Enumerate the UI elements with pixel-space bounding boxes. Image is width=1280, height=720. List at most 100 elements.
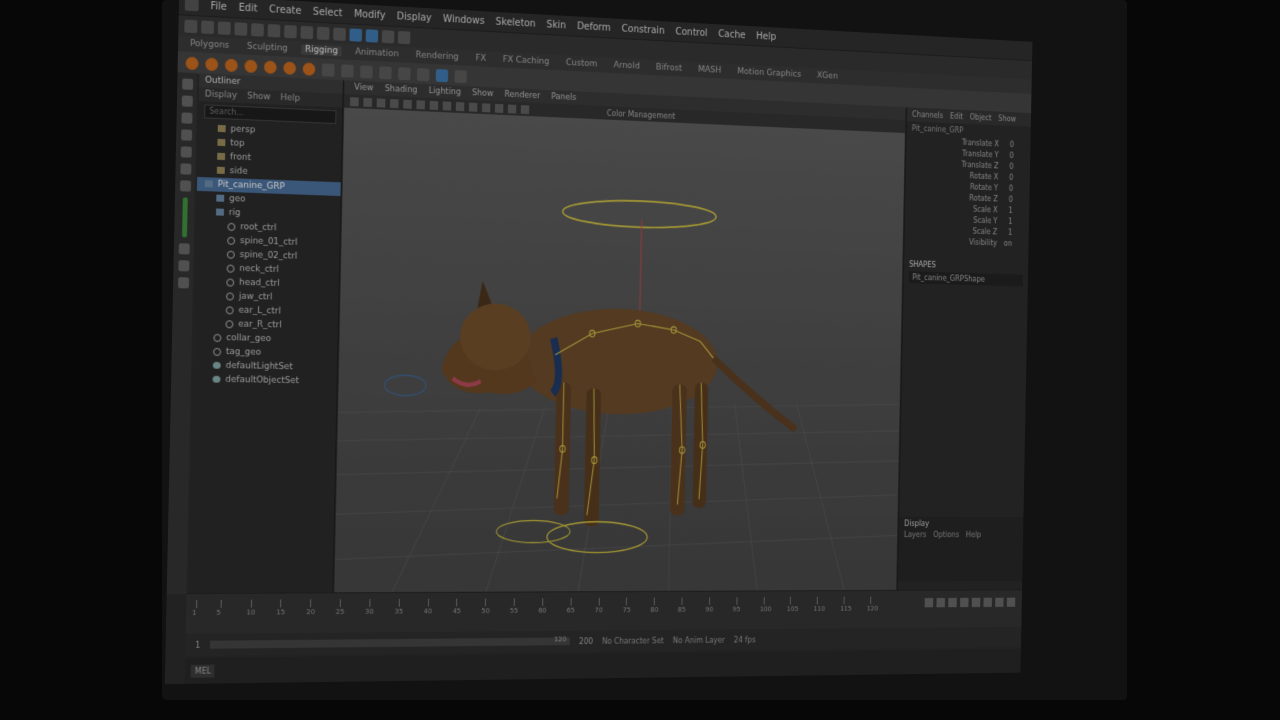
range-end-field[interactable]: 120: [554, 636, 566, 644]
attribute-value[interactable]: 0: [1004, 139, 1014, 150]
grid-toggle-icon[interactable]: [403, 99, 412, 109]
viewport-menu-lighting[interactable]: Lighting: [429, 86, 461, 97]
point-constraint-icon[interactable]: [321, 62, 335, 77]
attribute-value[interactable]: 0: [1003, 161, 1013, 172]
step-back-frame-icon[interactable]: [948, 597, 957, 608]
outliner-search-input[interactable]: Search...: [204, 104, 337, 125]
wireframe-icon[interactable]: [429, 100, 439, 110]
pole-vector-icon[interactable]: [379, 65, 392, 80]
single-pane-layout-icon[interactable]: [178, 243, 190, 255]
xray-joints-icon[interactable]: [507, 104, 517, 114]
outliner-layout-icon[interactable]: [177, 277, 189, 289]
paint-select-icon[interactable]: [180, 112, 193, 124]
menu-cache[interactable]: Cache: [718, 29, 746, 41]
shadows-icon[interactable]: [481, 102, 491, 112]
last-tool-icon[interactable]: [179, 180, 191, 192]
channel-box-menu-channels[interactable]: Channels: [912, 110, 943, 120]
dog-model[interactable]: [438, 280, 798, 527]
parent-constraint-icon[interactable]: [360, 64, 373, 79]
cluster-icon[interactable]: [283, 60, 297, 75]
lattice-icon[interactable]: [302, 61, 316, 76]
app-menu-icon[interactable]: [184, 0, 199, 12]
smooth-shade-icon[interactable]: [442, 100, 452, 111]
menu-file[interactable]: File: [210, 1, 227, 13]
layer-menu-layers[interactable]: Layers: [904, 531, 927, 539]
play-forwards-icon[interactable]: [971, 597, 981, 608]
shelf-tab-fx-caching[interactable]: FX Caching: [499, 55, 553, 67]
outliner-menu-display[interactable]: Display: [205, 89, 238, 100]
bookmark-icon[interactable]: [376, 97, 386, 108]
menu-help[interactable]: Help: [756, 31, 776, 42]
fps-dropdown[interactable]: 24 fps: [734, 635, 756, 644]
outliner-row[interactable]: defaultObjectSet: [193, 372, 337, 388]
menu-constrain[interactable]: Constrain: [621, 23, 664, 36]
snap-grid-icon[interactable]: [300, 25, 314, 39]
shelf-tab-arnold[interactable]: Arnold: [610, 60, 644, 72]
menu-deform[interactable]: Deform: [577, 21, 611, 33]
film-gate-icon[interactable]: [416, 99, 426, 109]
current-frame-field[interactable]: 1: [195, 640, 200, 649]
ik-spline-icon[interactable]: [224, 58, 238, 72]
save-scene-icon[interactable]: [217, 20, 231, 35]
ipr-render-icon[interactable]: [365, 28, 379, 43]
menu-windows[interactable]: Windows: [443, 13, 485, 26]
layer-menu-options[interactable]: Options: [933, 531, 959, 539]
select-tool-icon[interactable]: [181, 78, 193, 90]
paint-weights-icon[interactable]: [263, 60, 277, 74]
shelf-tab-animation[interactable]: Animation: [351, 47, 402, 59]
shelf-tab-rigging[interactable]: Rigging: [301, 44, 342, 57]
shelf-tab-motion-graphics[interactable]: Motion Graphics: [734, 67, 805, 80]
attribute-value[interactable]: 0: [1003, 183, 1013, 194]
shelf-tab-polygons[interactable]: Polygons: [186, 39, 233, 51]
select-object-icon[interactable]: [284, 24, 297, 38]
outliner-menu-help[interactable]: Help: [280, 93, 300, 104]
layer-menu-help[interactable]: Help: [966, 531, 981, 539]
undo-icon[interactable]: [234, 21, 248, 36]
menu-create[interactable]: Create: [269, 4, 301, 17]
joint-tool-icon[interactable]: [185, 56, 199, 70]
go-to-end-icon[interactable]: [1006, 597, 1016, 607]
viewport-menu-shading[interactable]: Shading: [385, 84, 418, 95]
camera-select-icon[interactable]: [349, 96, 359, 106]
attribute-value[interactable]: 1: [1003, 205, 1013, 216]
camera-attributes-icon[interactable]: [363, 97, 373, 107]
curve-tool-icon[interactable]: [416, 67, 430, 81]
render-settings-icon[interactable]: [381, 29, 395, 43]
outliner-menu-show[interactable]: Show: [247, 91, 271, 102]
open-scene-icon[interactable]: [201, 19, 215, 34]
range-bar[interactable]: 120: [210, 636, 571, 649]
menu-skin[interactable]: Skin: [546, 19, 566, 31]
attribute-value[interactable]: 1: [1002, 227, 1012, 238]
viewport-menu-renderer[interactable]: Renderer: [504, 90, 540, 101]
attribute-value[interactable]: on: [1002, 238, 1012, 249]
four-pane-layout-icon[interactable]: [177, 260, 189, 272]
bind-skin-icon[interactable]: [244, 59, 258, 73]
hypershade-icon[interactable]: [397, 30, 411, 44]
menu-skeleton[interactable]: Skeleton: [496, 16, 536, 29]
redo-icon[interactable]: [251, 22, 264, 37]
snap-curve-icon[interactable]: [316, 26, 330, 40]
root-control-ring[interactable]: [562, 198, 716, 230]
step-forward-key-icon[interactable]: [995, 597, 1004, 607]
shape-node-name[interactable]: Pit_canine_GRPShape: [908, 271, 1024, 287]
range-max-field[interactable]: 200: [579, 637, 593, 646]
new-scene-icon[interactable]: [184, 19, 198, 33]
orient-constraint-icon[interactable]: [341, 63, 354, 78]
step-back-key-icon[interactable]: [936, 597, 946, 608]
menu-edit[interactable]: Edit: [239, 2, 258, 14]
render-icon[interactable]: [349, 27, 363, 42]
lasso-tool-icon[interactable]: [181, 95, 193, 107]
image-plane-icon[interactable]: [389, 98, 399, 108]
channel-box-menu-show[interactable]: Show: [998, 114, 1016, 123]
viewport-menu-show[interactable]: Show: [472, 88, 494, 99]
rotate-tool-icon[interactable]: [180, 146, 192, 158]
scale-tool-icon[interactable]: [179, 163, 191, 175]
shelf-tab-sculpting[interactable]: Sculpting: [243, 42, 292, 54]
xray-icon[interactable]: [494, 103, 504, 113]
mirror-joint-icon[interactable]: [435, 68, 449, 82]
shelf-tab-mash[interactable]: MASH: [694, 65, 725, 76]
shelf-tab-rendering[interactable]: Rendering: [412, 50, 463, 62]
textured-icon[interactable]: [455, 101, 465, 111]
step-forward-frame-icon[interactable]: [983, 597, 992, 607]
viewport-scene[interactable]: [334, 107, 905, 594]
